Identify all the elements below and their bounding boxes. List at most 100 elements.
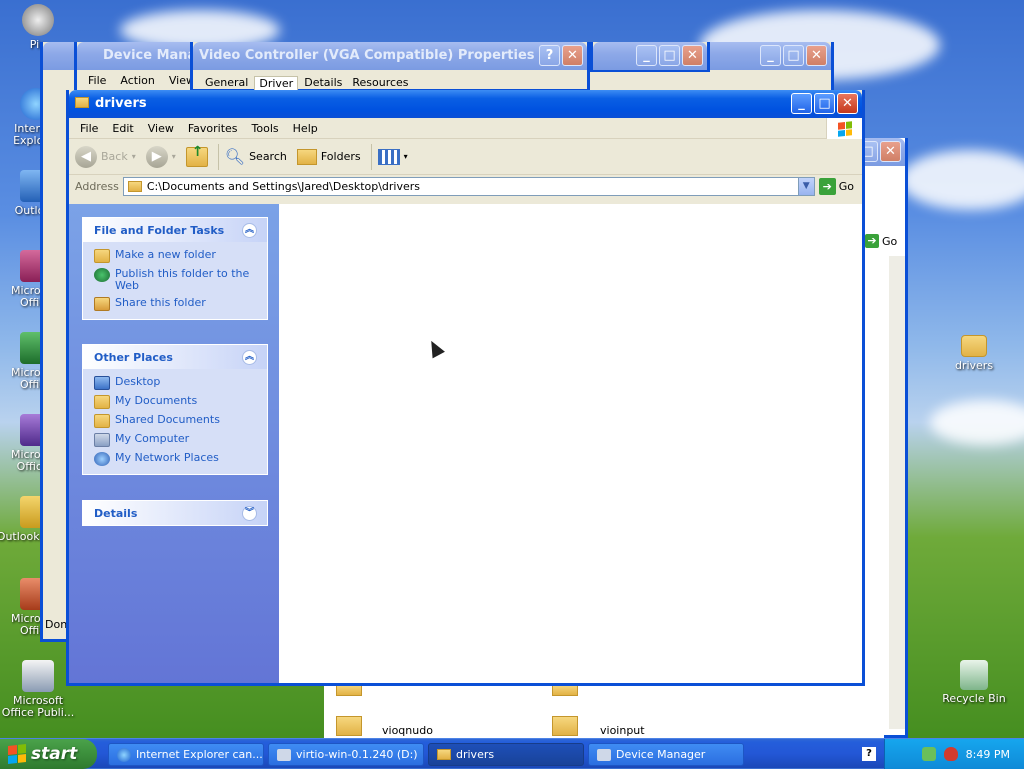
maximize-button[interactable]: □ — [814, 93, 835, 114]
back-arrow-icon: ◀ — [75, 145, 97, 168]
forward-button[interactable]: ▶ ▾ — [145, 145, 176, 168]
shared-documents-icon — [94, 414, 110, 428]
windows-flag-icon — [8, 744, 26, 764]
minimize-button[interactable]: _ — [791, 93, 812, 114]
tab-resources[interactable]: Resources — [348, 76, 412, 91]
file-folder-tasks-box: File and Folder Tasks ︽ Make a new folde… — [82, 217, 268, 320]
folders-button[interactable]: Folders — [296, 148, 361, 165]
other-places-header[interactable]: Other Places ︽ — [83, 345, 267, 369]
clock[interactable]: 8:49 PM — [966, 748, 1010, 761]
maximize-button[interactable]: □ — [783, 45, 804, 66]
device-manager-icon — [597, 748, 611, 761]
collapse-chevron-icon[interactable]: ︽ — [242, 349, 257, 365]
vga-close-button[interactable]: ✕ — [562, 45, 583, 66]
place-my-documents[interactable]: My Documents — [94, 395, 257, 409]
security-shield-icon[interactable] — [943, 747, 958, 761]
place-my-network-places[interactable]: My Network Places — [94, 452, 257, 466]
network-tray-icon[interactable] — [921, 747, 936, 761]
up-folder-button[interactable]: ↑ — [185, 144, 208, 167]
task-share-folder[interactable]: Share this folder — [94, 297, 257, 311]
file-folder-tasks-header[interactable]: File and Folder Tasks ︽ — [83, 218, 267, 242]
taskbar: start Internet Explorer can... virtio-wi… — [0, 738, 1024, 769]
search-button[interactable]: 🔍︎ Search — [225, 147, 287, 166]
address-bar: Address C:\Documents and Settings\Jared\… — [69, 175, 862, 197]
views-button[interactable]: ▾ — [377, 148, 408, 165]
address-folder-icon — [127, 180, 142, 192]
tab-general[interactable]: General — [201, 76, 252, 91]
task-make-new-folder[interactable]: Make a new folder — [94, 249, 257, 263]
go-arrow-icon: ➔ — [818, 177, 836, 195]
desktop-icon-recycle-bin[interactable]: Recycle Bin — [934, 660, 1014, 705]
folder-icon — [437, 749, 451, 760]
right-scrollbar[interactable] — [889, 256, 905, 729]
toolbar: ◀ Back ▾ ▶ ▾ ↑ 🔍︎ Search Folders ▾ — [69, 139, 862, 175]
back-button[interactable]: ◀ Back ▾ — [75, 145, 136, 168]
minimize-button[interactable]: _ — [760, 45, 781, 66]
file-list-pane[interactable] — [279, 204, 862, 683]
new-folder-icon — [94, 249, 110, 263]
folder-icon — [75, 97, 89, 108]
dm-menu-file[interactable]: File — [81, 74, 113, 87]
bg-maximize-button[interactable]: □ — [659, 45, 680, 66]
drivers-titlebar[interactable]: drivers _ □ ✕ — [69, 90, 862, 118]
system-tray: 8:49 PM — [884, 739, 1024, 769]
address-dropdown-button[interactable]: ▼ — [797, 177, 814, 195]
device-manager-title-buttons: _ □ ✕ — [760, 45, 827, 66]
address-field[interactable]: C:\Documents and Settings\Jared\Desktop\… — [122, 176, 815, 196]
dm-menu-action[interactable]: Action — [113, 74, 161, 87]
desktop-icon-drivers-folder[interactable]: drivers — [934, 335, 1014, 372]
bg-close-button[interactable]: ✕ — [682, 45, 703, 66]
help-tray-icon[interactable]: ? — [862, 747, 876, 761]
details-box: Details ︾ — [82, 500, 268, 526]
forward-arrow-icon: ▶ — [145, 145, 168, 168]
up-folder-icon: ↑ — [185, 144, 208, 167]
ie-icon — [117, 747, 131, 762]
menu-edit[interactable]: Edit — [105, 122, 140, 135]
content-area: File and Folder Tasks ︽ Make a new folde… — [69, 204, 862, 683]
place-my-computer[interactable]: My Computer — [94, 433, 257, 447]
menu-favorites[interactable]: Favorites — [181, 122, 245, 135]
taskbar-item-ie[interactable]: Internet Explorer can... — [108, 743, 264, 766]
go-button[interactable]: ➔ Go — [818, 177, 854, 195]
close-button[interactable]: ✕ — [806, 45, 827, 66]
task-publish-folder[interactable]: Publish this folder to the Web — [94, 268, 257, 292]
menu-bar: File Edit View Favorites Tools Help — [69, 118, 862, 139]
taskbar-item-device-manager[interactable]: Device Manager — [588, 743, 744, 766]
file-vioqnudo[interactable]: vioqnudo — [382, 724, 433, 737]
tab-driver[interactable]: Driver — [254, 76, 299, 91]
publish-web-icon — [94, 268, 110, 282]
bg-file-list: vioqnudo vioinput — [324, 682, 884, 738]
start-button[interactable]: start — [0, 739, 97, 769]
menu-file[interactable]: File — [73, 122, 105, 135]
place-desktop[interactable]: Desktop — [94, 376, 257, 390]
expand-chevron-icon[interactable]: ︾ — [242, 505, 257, 521]
folders-icon — [296, 148, 317, 165]
drivers-window[interactable]: drivers _ □ ✕ File Edit View Favorites T… — [66, 90, 865, 686]
right-go-label[interactable]: Go — [882, 235, 897, 248]
vga-title: Video Controller (VGA Compatible) Proper… — [199, 48, 535, 63]
tab-details[interactable]: Details — [300, 76, 346, 91]
help-button[interactable]: ? — [539, 45, 560, 66]
taskbar-item-drivers[interactable]: drivers — [428, 743, 584, 766]
menu-tools[interactable]: Tools — [245, 122, 286, 135]
taskbar-item-virtio[interactable]: virtio-win-0.1.240 (D:) — [268, 743, 424, 766]
network-places-icon — [94, 452, 110, 466]
close-button[interactable]: ✕ — [837, 93, 858, 114]
background-window-controls[interactable]: _ □ ✕ — [590, 42, 710, 72]
share-folder-icon — [94, 297, 110, 311]
windows-logo-icon — [826, 118, 862, 139]
views-icon — [377, 148, 400, 165]
bg-minimize-button[interactable]: _ — [636, 45, 657, 66]
details-header[interactable]: Details ︾ — [83, 501, 267, 525]
place-shared-documents[interactable]: Shared Documents — [94, 414, 257, 428]
menu-help[interactable]: Help — [286, 122, 325, 135]
my-documents-icon — [94, 395, 110, 409]
vga-properties-window[interactable]: Video Controller (VGA Compatible) Proper… — [190, 42, 590, 92]
window-title: drivers — [95, 96, 147, 111]
menu-view[interactable]: View — [141, 122, 181, 135]
other-places-box: Other Places ︽ Desktop My Documents Shar… — [82, 344, 268, 475]
right-close-button[interactable]: ✕ — [880, 141, 901, 162]
collapse-chevron-icon[interactable]: ︽ — [242, 222, 257, 238]
file-vioinput[interactable]: vioinput — [600, 724, 645, 737]
my-computer-icon — [94, 433, 110, 447]
